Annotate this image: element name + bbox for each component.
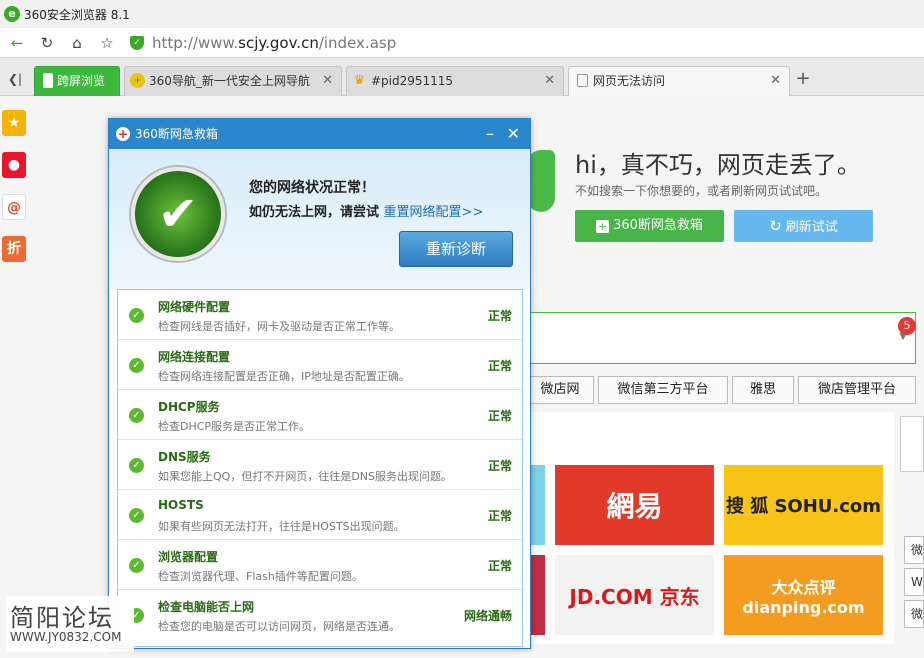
phone-icon xyxy=(43,73,53,88)
weibo-icon[interactable]: ● xyxy=(2,152,26,178)
tab-360-nav[interactable]: + 360导航_新一代安全上网导航 ✕ xyxy=(124,66,342,96)
check-ok-icon: ✓ xyxy=(129,308,144,323)
check-ok-icon: ✓ xyxy=(129,508,144,523)
side-link[interactable]: 微 xyxy=(904,600,924,628)
shield-icon[interactable]: ✓ xyxy=(130,36,144,50)
trophy-icon: ♛ xyxy=(353,73,366,88)
nav-link[interactable]: 微店网 xyxy=(526,376,594,404)
side-panel xyxy=(900,416,924,472)
tab-scroll-left-icon[interactable]: ❮| xyxy=(4,68,26,90)
dialog-header: ✔ 您的网络状况正常！ 如仍无法上网，请尝试 重置网络配置>> xyxy=(109,149,530,289)
tab-pid[interactable]: ♛ #pid2951115 ✕ xyxy=(346,66,564,96)
minimize-icon[interactable]: – xyxy=(486,119,494,149)
rescue-button[interactable]: +360断网急救箱 xyxy=(575,210,724,242)
check-row: ✓ DHCP服务 检查DHCP服务是否正常工作。 正常 xyxy=(118,390,522,440)
error-heading: hi，真不巧，网页走丢了。 xyxy=(575,151,861,179)
home-icon[interactable]: ⌂ xyxy=(66,32,88,54)
radar-check-icon: ✔ xyxy=(131,167,225,261)
side-link[interactable]: W xyxy=(904,568,924,596)
check-row: ✓ 检查电脑能否上网 检查您的电脑是否可以访问网页，网络是否连通。 网络通畅 xyxy=(118,590,522,640)
window-title: 360安全浏览器 8.1 xyxy=(24,8,130,22)
discount-icon[interactable]: 折 xyxy=(2,236,26,262)
check-row: ✓ DNS服务 如果您能上QQ，但打不开网页，往往是DNS服务出现问题。 正常 xyxy=(118,440,522,490)
forum-watermark: 简阳论坛 WWW.JY0832.COM xyxy=(6,596,134,652)
plus-icon: + xyxy=(130,73,145,88)
search-input[interactable]: ▼ xyxy=(520,312,916,364)
red-cross-icon: + xyxy=(116,127,130,141)
nav-link[interactable]: 微店管理平台 xyxy=(798,376,916,404)
site-tile-jd[interactable]: JD.COM 京东 xyxy=(555,555,714,635)
refresh-button[interactable]: ↻ 刷新试试 xyxy=(734,210,873,242)
nav-link[interactable]: 微信第三方平台 xyxy=(598,376,728,404)
network-rescue-dialog: + 360断网急救箱 – ✕ ✔ 您的网络状况正常！ 如仍无法上网，请尝试 重置… xyxy=(108,118,531,649)
dialog-titlebar: + 360断网急救箱 – ✕ xyxy=(109,119,530,149)
nav-link[interactable]: 雅思 xyxy=(732,376,794,404)
check-row: ✓ 网络硬件配置 检查网线是否插好，网卡及驱动是否正常工作等。 正常 xyxy=(118,290,522,340)
browser-logo-icon: e xyxy=(4,6,20,22)
page-icon xyxy=(577,74,588,87)
network-status-text: 您的网络状况正常！ xyxy=(249,180,375,196)
close-icon[interactable]: ✕ xyxy=(770,67,781,95)
check-row: ✓ HOSTS 如果有些网页无法打开，往往是HOSTS出现问题。 正常 xyxy=(118,490,522,540)
check-ok-icon: ✓ xyxy=(129,458,144,473)
close-icon[interactable]: ✕ xyxy=(544,67,555,95)
tab-bar: ❮| 跨屏浏览 + 360导航_新一代安全上网导航 ✕ ♛ #pid295111… xyxy=(0,58,924,97)
refresh-icon[interactable]: ↻ xyxy=(36,32,58,54)
check-list: ✓ 网络硬件配置 检查网线是否插好，网卡及驱动是否正常工作等。 正常 ✓ 网络连… xyxy=(117,289,523,647)
site-tile-sohu[interactable]: 搜 狐 SOHU.com xyxy=(724,465,883,545)
site-tile-dianping[interactable]: 大众点评 dianping.com xyxy=(724,555,883,635)
left-sidebar: ★ ● @ 折 xyxy=(0,96,30,658)
close-icon[interactable]: ✕ xyxy=(322,67,333,95)
mail-icon[interactable]: @ xyxy=(2,194,26,220)
address-toolbar: ← ↻ ⌂ ☆ ✓ http://www.scjy.gov.cn/index.a… xyxy=(0,28,924,58)
hint-text: 如仍无法上网，请尝试 重置网络配置>> xyxy=(249,205,484,220)
star-icon[interactable]: ☆ xyxy=(96,32,118,54)
mascot-icon xyxy=(527,150,555,212)
check-ok-icon: ✓ xyxy=(129,358,144,373)
rediagnose-button[interactable]: 重新诊断 xyxy=(399,231,513,267)
dialog-title: 360断网急救箱 xyxy=(135,127,218,141)
check-ok-icon: ✓ xyxy=(129,558,144,573)
refresh-circle-icon: ↻ xyxy=(769,217,782,235)
favorite-star-icon[interactable]: ★ xyxy=(2,110,26,136)
tab-cross-screen[interactable]: 跨屏浏览 xyxy=(34,66,120,96)
check-ok-icon: ✓ xyxy=(129,408,144,423)
window-titlebar: e 360安全浏览器 8.1 xyxy=(0,0,924,28)
error-subtext: 不如搜索一下你想要的，或者刷新网页试试吧。 xyxy=(575,184,828,198)
check-row: ✓ 网络连接配置 检查网络连接配置是否正确，IP地址是否配置正确。 正常 xyxy=(118,340,522,390)
url-input[interactable]: http://www.scjy.gov.cn/index.asp xyxy=(152,34,396,52)
side-link[interactable]: 微 xyxy=(904,536,924,564)
tab-page-error[interactable]: 网页无法访问 ✕ xyxy=(568,66,790,97)
back-icon[interactable]: ← xyxy=(6,32,28,54)
reset-network-link[interactable]: 重置网络配置>> xyxy=(384,205,484,220)
medkit-icon: + xyxy=(596,220,610,233)
notification-badge: 5 xyxy=(898,317,916,335)
check-row: ✓ 浏览器配置 检查浏览器代理、Flash插件等配置问题。 正常 xyxy=(118,540,522,590)
site-tile-netease[interactable]: 網易 xyxy=(555,465,714,545)
new-tab-icon[interactable]: + xyxy=(792,68,814,90)
close-icon[interactable]: ✕ xyxy=(507,119,520,149)
